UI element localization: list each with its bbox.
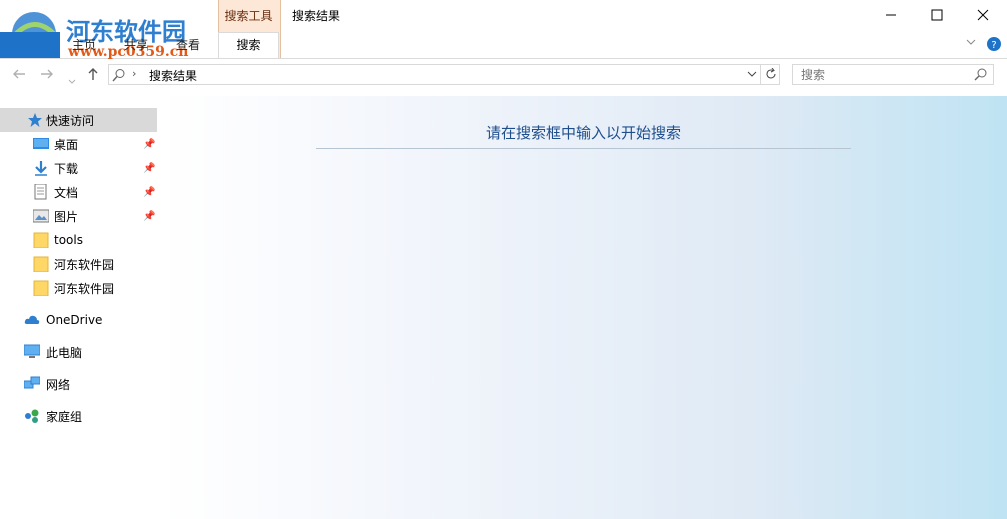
tab-share[interactable]: 共享	[124, 36, 148, 53]
sidebar-item-label: 河东软件园	[54, 281, 115, 296]
navigation-pane: 快速访问 桌面 📌 下载 📌 文档 📌 图片 📌 tools 河东软件园 河东软…	[0, 96, 160, 519]
breadcrumb-separator-icon: ›	[132, 67, 137, 80]
sidebar-item-label: 文档	[54, 185, 79, 200]
sidebar-item-label: 网络	[46, 377, 71, 392]
search-results-area	[160, 96, 1007, 519]
sidebar-item-documents[interactable]: 文档 📌	[0, 180, 157, 204]
sidebar-item-onedrive[interactable]: OneDrive	[0, 308, 157, 332]
search-input[interactable]	[799, 66, 963, 84]
contextual-title: 搜索工具	[224, 9, 273, 23]
back-arrow-icon	[13, 69, 25, 79]
maximize-button[interactable]	[914, 0, 960, 30]
refresh-icon	[766, 68, 776, 79]
download-icon	[35, 161, 47, 176]
tab-home[interactable]: 主页	[72, 36, 96, 53]
chevron-down-icon	[966, 39, 976, 45]
sidebar-item-label: tools	[54, 233, 83, 247]
pictures-icon	[33, 209, 49, 223]
window-title: 搜索结果	[292, 9, 341, 23]
desktop-icon	[33, 138, 49, 149]
sidebar-item-tools[interactable]: tools	[0, 228, 157, 252]
folder-icon	[33, 280, 49, 296]
search-icon	[112, 69, 125, 82]
search-icon[interactable]	[974, 68, 987, 81]
cloud-icon	[24, 315, 40, 324]
tab-search-label: 搜索	[236, 38, 261, 52]
back-button[interactable]	[12, 66, 26, 85]
document-icon	[34, 184, 47, 200]
search-box[interactable]	[792, 64, 994, 85]
sidebar-item-label: 此电脑	[46, 345, 83, 360]
close-button[interactable]	[960, 0, 1006, 30]
folder-icon	[33, 232, 49, 248]
quick-access-label: 快速访问	[46, 113, 95, 128]
sidebar-item-downloads[interactable]: 下载 📌	[0, 156, 157, 180]
sidebar-item-quick-access[interactable]: 快速访问	[0, 108, 157, 132]
address-bar[interactable]: › 搜索结果	[108, 64, 780, 85]
recent-locations-button[interactable]	[68, 70, 76, 89]
sidebar-item-network[interactable]: 网络	[0, 372, 157, 396]
tab-view[interactable]: 查看	[176, 36, 200, 53]
help-button[interactable]: ?	[987, 37, 1001, 54]
sidebar-item-label: 图片	[54, 209, 79, 224]
homegroup-icon	[25, 409, 39, 423]
network-icon	[24, 376, 40, 389]
pin-icon: 📌	[143, 210, 156, 222]
sidebar-item-this-pc[interactable]: 此电脑	[0, 340, 157, 364]
sidebar-item-desktop[interactable]: 桌面 📌	[0, 132, 157, 156]
ribbon-expand-button[interactable]	[966, 38, 976, 49]
sidebar-item-label: 下载	[54, 161, 79, 176]
prompt-divider	[316, 148, 851, 149]
address-path[interactable]: 搜索结果	[149, 67, 197, 84]
chevron-down-icon	[68, 79, 76, 84]
pin-icon: 📌	[143, 138, 156, 150]
help-icon: ?	[987, 37, 1001, 51]
address-dropdown-icon[interactable]	[747, 71, 757, 79]
forward-arrow-icon	[41, 69, 53, 79]
refresh-button[interactable]	[760, 64, 780, 85]
pin-icon: 📌	[143, 186, 156, 198]
file-tab[interactable]	[0, 32, 60, 58]
computer-icon	[24, 344, 40, 358]
sidebar-item-label: 桌面	[54, 137, 79, 152]
svg-text:?: ?	[991, 40, 996, 51]
star-icon	[28, 113, 42, 127]
folder-icon	[33, 256, 49, 272]
forward-button[interactable]	[40, 66, 54, 85]
maximize-icon	[931, 9, 943, 21]
up-button[interactable]	[86, 66, 100, 85]
sidebar-item-folder[interactable]: 河东软件园	[0, 252, 157, 276]
sidebar-item-label: OneDrive	[46, 313, 103, 327]
sidebar-item-folder[interactable]: 河东软件园	[0, 276, 157, 300]
up-arrow-icon	[88, 68, 98, 80]
pin-icon: 📌	[143, 162, 156, 174]
sidebar-item-homegroup[interactable]: 家庭组	[0, 404, 157, 428]
minimize-icon	[886, 14, 896, 16]
sidebar-item-pictures[interactable]: 图片 📌	[0, 204, 157, 228]
minimize-button[interactable]	[868, 0, 914, 30]
tab-search[interactable]: 搜索	[218, 32, 279, 58]
sidebar-item-label: 家庭组	[46, 409, 83, 424]
close-icon	[977, 9, 989, 21]
search-prompt: 请在搜索框中输入以开始搜索	[485, 124, 681, 142]
sidebar-item-label: 河东软件园	[54, 257, 115, 272]
